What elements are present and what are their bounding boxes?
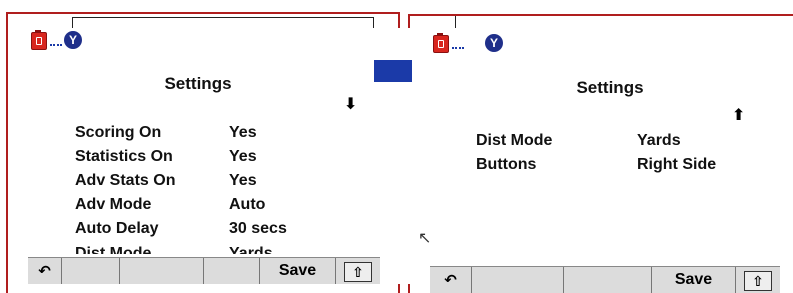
battery-icon xyxy=(31,30,47,50)
left-screen: Y Settings ⬇ Scoring On Yes Statistics O… xyxy=(28,28,412,284)
setting-label: Buttons xyxy=(476,156,537,173)
frame-line xyxy=(408,14,793,16)
setting-value[interactable]: Yards xyxy=(637,132,681,150)
frame-line xyxy=(72,17,374,18)
back-arrow-icon: ↶ xyxy=(444,272,457,289)
signal-dots-icon xyxy=(452,47,464,49)
setting-value[interactable]: Yes xyxy=(229,124,257,142)
softkey-blank[interactable] xyxy=(564,267,652,293)
y-circle-icon: Y xyxy=(64,31,82,49)
frame-line xyxy=(455,16,456,28)
back-arrow-icon: ↶ xyxy=(38,263,51,280)
setting-label: Scoring On xyxy=(75,124,162,141)
status-bar: Y xyxy=(28,28,412,56)
shift-icon: ⇧ xyxy=(744,271,772,291)
softkey-blank[interactable] xyxy=(62,258,120,284)
setting-value[interactable]: Yards xyxy=(229,244,273,254)
scroll-down-icon[interactable]: ⬇ xyxy=(344,94,357,114)
back-button[interactable]: ↶ xyxy=(430,267,472,293)
setting-label: Adv Mode xyxy=(75,196,152,213)
setting-label: Adv Stats On xyxy=(75,172,176,189)
setting-label: Dist Mode xyxy=(75,245,152,254)
signal-dots-icon xyxy=(50,44,62,46)
screenshot-composite: { "left_screen": { "title": "Settings", … xyxy=(0,0,793,293)
blue-strip xyxy=(374,60,412,82)
setting-value[interactable]: Auto xyxy=(229,196,265,214)
shift-button[interactable]: ⇧ xyxy=(336,258,380,284)
softkey-bar: ↶ Save ⇧ xyxy=(28,257,380,284)
softkey-blank[interactable] xyxy=(120,258,204,284)
page-title: Settings xyxy=(164,74,232,93)
shift-icon: ⇧ xyxy=(344,262,372,282)
battery-icon xyxy=(433,33,449,53)
frame-line xyxy=(6,12,399,14)
setting-value[interactable]: 30 secs xyxy=(229,220,287,238)
status-bar: Y xyxy=(430,30,780,58)
setting-value[interactable]: Yes xyxy=(229,172,257,190)
page-title: Settings xyxy=(576,78,644,97)
right-screen: Y Settings ⬆ Dist Mode Yards Buttons Rig… xyxy=(430,30,780,293)
save-button[interactable]: Save xyxy=(260,258,336,284)
y-circle-icon: Y xyxy=(485,34,503,52)
setting-value[interactable]: Right Side xyxy=(637,156,716,174)
back-button[interactable]: ↶ xyxy=(28,258,62,284)
softkey-bar: ↶ Save ⇧ xyxy=(430,266,780,293)
setting-label: Statistics On xyxy=(75,148,173,165)
setting-value[interactable]: Yes xyxy=(229,148,257,166)
setting-label: Dist Mode xyxy=(476,132,553,149)
setting-label: Auto Delay xyxy=(75,220,159,237)
frame-line xyxy=(6,12,8,293)
softkey-blank[interactable] xyxy=(204,258,260,284)
softkey-blank[interactable] xyxy=(472,267,564,293)
scroll-up-icon[interactable]: ⬆ xyxy=(732,105,745,125)
save-button[interactable]: Save xyxy=(652,267,736,293)
shift-button[interactable]: ⇧ xyxy=(736,267,780,293)
